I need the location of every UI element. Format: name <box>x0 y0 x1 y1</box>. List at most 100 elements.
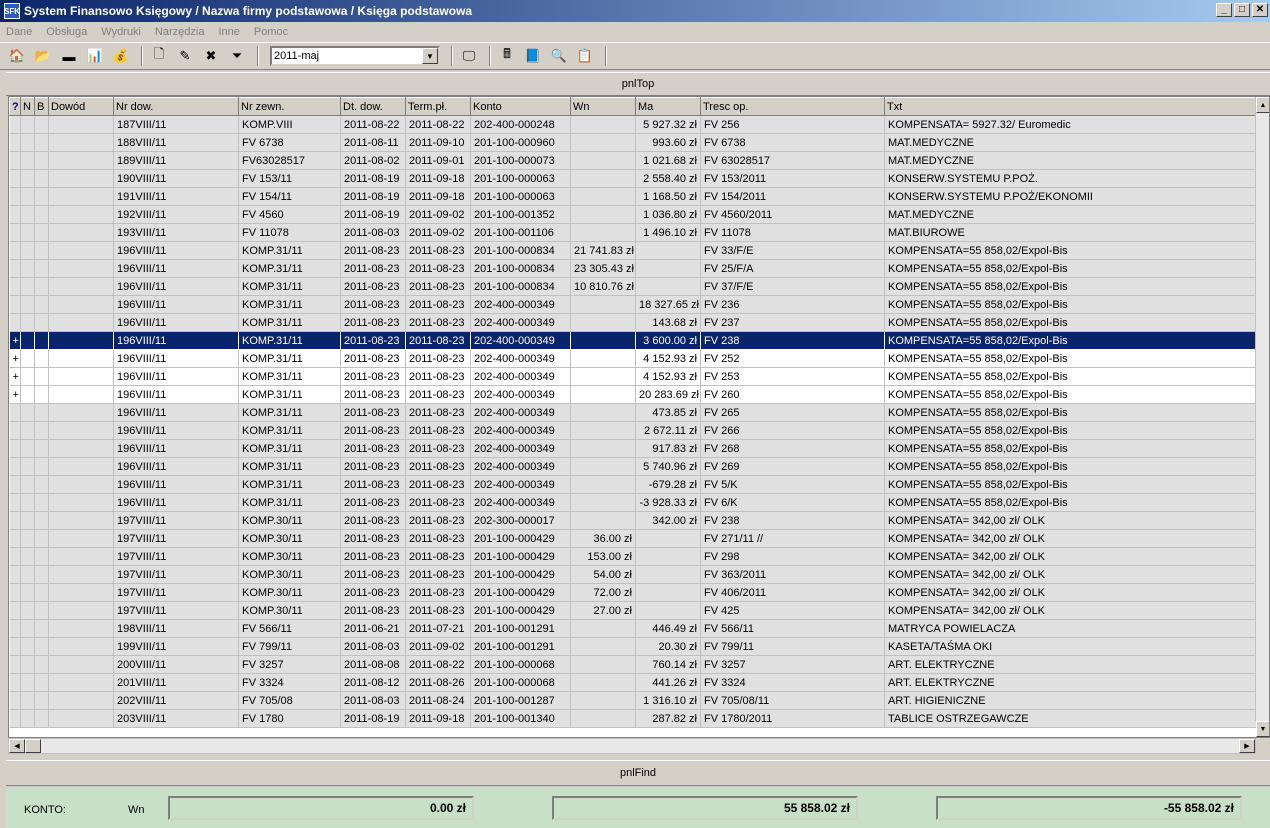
table-row[interactable]: 197VIII/11 KOMP.30/11 2011-08-23 2011-08-23… <box>9 511 1258 530</box>
column-header[interactable]: Dt. dow. <box>340 97 406 116</box>
calculator-icon[interactable]: 🖩 <box>496 45 518 67</box>
table-row[interactable]: 196VIII/11 KOMP.31/11 2011-08-23 2011-08-23… <box>9 241 1258 260</box>
menu-item[interactable]: Inne <box>216 26 241 38</box>
column-header[interactable]: Term.pł. <box>405 97 471 116</box>
table-cell: 197VIII/11 <box>113 511 239 530</box>
table-row[interactable]: 197VIII/11 KOMP.30/11 2011-08-23 2011-08-23… <box>9 601 1258 620</box>
menu-item[interactable]: Wydruki <box>99 26 143 38</box>
filter-icon[interactable]: ⏷ <box>226 45 248 67</box>
table-cell: KOMPENSATA= 342,00 zł/ OLK <box>884 547 1258 566</box>
table-row[interactable]: 196VIII/11 KOMP.31/11 2011-08-23 2011-08-23… <box>9 475 1258 494</box>
table-row[interactable]: 197VIII/11 KOMP.30/11 2011-08-23 2011-08-23… <box>9 565 1258 584</box>
column-header[interactable]: B <box>34 97 49 116</box>
search-icon[interactable]: 🔍 <box>548 45 570 67</box>
menu-item[interactable]: Pomoc <box>252 26 290 38</box>
table-cell <box>48 493 114 512</box>
table-row[interactable]: 192VIII/11 FV 4560 2011-08-19 2011-09-02 201… <box>9 205 1258 224</box>
table-row[interactable]: 189VIII/11 FV63028517 2011-08-02 2011-09-01… <box>9 151 1258 170</box>
exit-icon[interactable]: 🏠 <box>6 45 28 67</box>
column-header[interactable]: Dowód <box>48 97 114 116</box>
table-row[interactable]: 196VIII/11 KOMP.31/11 2011-08-23 2011-08-23… <box>9 421 1258 440</box>
table-cell: 27.00 zł <box>570 601 636 620</box>
table-row[interactable]: 196VIII/11 KOMP.31/11 2011-08-23 2011-08-23… <box>9 403 1258 422</box>
journal-grid[interactable]: ? N B Dowód Nr dow. Nr zewn. Dt. dow. Term.pł. K… <box>8 96 1270 738</box>
table-cell: FV 4560/2011 <box>700 205 885 224</box>
table-row[interactable]: 201VIII/11 FV 3324 2011-08-12 2011-08-26 201… <box>9 673 1258 692</box>
column-header[interactable]: N <box>20 97 35 116</box>
table-cell: 2011-08-24 <box>405 691 471 710</box>
period-select[interactable]: 2011-maj ▼ <box>270 46 440 66</box>
table-row[interactable]: 197VIII/11 KOMP.30/11 2011-08-23 2011-08-23… <box>9 547 1258 566</box>
table-row[interactable]: 196VIII/11 KOMP.31/11 2011-08-23 2011-08-23… <box>9 259 1258 278</box>
maximize-button[interactable]: □ <box>1234 3 1250 17</box>
money-bag-icon[interactable]: 💰 <box>110 45 132 67</box>
scroll-thumb[interactable] <box>25 739 41 753</box>
table-row[interactable]: +196VIII/11 KOMP.31/11 2011-08-23 2011-08-2… <box>9 349 1258 368</box>
column-header[interactable]: Nr zewn. <box>238 97 341 116</box>
scroll-down-icon[interactable]: ▼ <box>1256 721 1269 737</box>
report-icon[interactable]: 📋 <box>574 45 596 67</box>
table-row[interactable]: 188VIII/11 FV 6738 2011-08-11 2011-09-10 201… <box>9 133 1258 152</box>
table-cell <box>20 601 35 620</box>
scroll-right-icon[interactable]: ▶ <box>1239 739 1255 753</box>
table-row[interactable]: 202VIII/11 FV 705/08 2011-08-03 2011-08-24 2… <box>9 691 1258 710</box>
table-cell: 201-100-000429 <box>470 601 571 620</box>
table-cell: 2011-08-23 <box>405 547 471 566</box>
table-cell <box>20 565 35 584</box>
table-row[interactable]: 196VIII/11 KOMP.31/11 2011-08-23 2011-08-23… <box>9 457 1258 476</box>
vertical-scrollbar[interactable]: ▲ ▼ <box>1255 97 1269 737</box>
table-row[interactable]: 196VIII/11 KOMP.31/11 2011-08-23 2011-08-23… <box>9 277 1258 296</box>
monitor-icon[interactable]: 🖵 <box>458 45 480 67</box>
table-row[interactable]: 200VIII/11 FV 3257 2011-08-08 2011-08-22 201… <box>9 655 1258 674</box>
column-header[interactable]: Wn <box>570 97 636 116</box>
table-cell <box>34 403 49 422</box>
horizontal-scrollbar[interactable]: ◀ ▶ <box>8 738 1256 754</box>
column-header[interactable]: Konto <box>470 97 571 116</box>
dark-panel-icon[interactable]: ▬ <box>58 45 80 67</box>
table-row[interactable]: 196VIII/11 KOMP.31/11 2011-08-23 2011-08-23… <box>9 493 1258 512</box>
menu-item[interactable]: Dane <box>4 26 34 38</box>
column-header[interactable]: Txt <box>884 97 1258 116</box>
table-row[interactable]: 203VIII/11 FV 1780 2011-08-19 2011-09-18 201… <box>9 709 1258 728</box>
table-row[interactable]: 197VIII/11 KOMP.30/11 2011-08-23 2011-08-23… <box>9 529 1258 548</box>
table-cell: ART. ELEKTRYCZNE <box>884 655 1258 674</box>
column-header[interactable]: Tresc op. <box>700 97 885 116</box>
column-header[interactable]: Ma <box>635 97 701 116</box>
menu-item[interactable]: Obsługa <box>44 26 89 38</box>
menu-item[interactable]: Narzędzia <box>153 26 207 38</box>
table-cell: 72.00 zł <box>570 583 636 602</box>
edit-document-icon[interactable]: ✎ <box>174 45 196 67</box>
column-header[interactable]: Nr dow. <box>113 97 239 116</box>
table-row[interactable]: 193VIII/11 FV 11078 2011-08-03 2011-09-02 20… <box>9 223 1258 242</box>
table-row[interactable]: 187VIII/11 KOMP.VIII 2011-08-22 2011-08-22 2… <box>9 115 1258 134</box>
table-row[interactable]: +196VIII/11 KOMP.31/11 2011-08-23 2011-08-2… <box>9 367 1258 386</box>
delete-icon[interactable]: ✖ <box>200 45 222 67</box>
scroll-up-icon[interactable]: ▲ <box>1256 97 1269 113</box>
table-row[interactable]: +196VIII/11 KOMP.31/11 2011-08-23 2011-08-2… <box>9 331 1258 350</box>
table-row[interactable]: 191VIII/11 FV 154/11 2011-08-19 2011-09-18 2… <box>9 187 1258 206</box>
table-row[interactable]: 199VIII/11 FV 799/11 2011-08-03 2011-09-02 2… <box>9 637 1258 656</box>
table-cell: 2011-09-02 <box>405 223 471 242</box>
table-row[interactable]: 196VIII/11 KOMP.31/11 2011-08-23 2011-08-23… <box>9 439 1258 458</box>
folder-open-icon[interactable]: 📂 <box>32 45 54 67</box>
table-cell: 2011-08-19 <box>340 205 406 224</box>
table-row[interactable]: 196VIII/11 KOMP.31/11 2011-08-23 2011-08-23… <box>9 313 1258 332</box>
book-icon[interactable]: 📘 <box>522 45 544 67</box>
close-button[interactable]: ✕ <box>1252 3 1268 17</box>
table-row[interactable]: +196VIII/11 KOMP.31/11 2011-08-23 2011-08-2… <box>9 385 1258 404</box>
table-cell <box>48 511 114 530</box>
bar-chart-icon[interactable]: 📊 <box>84 45 106 67</box>
table-cell <box>570 295 636 314</box>
new-document-icon[interactable]: 🗋 <box>148 45 170 67</box>
scroll-left-icon[interactable]: ◀ <box>9 739 25 753</box>
column-header[interactable]: ? <box>9 97 21 116</box>
table-cell: FV 425 <box>700 601 885 620</box>
table-row[interactable]: 196VIII/11 KOMP.31/11 2011-08-23 2011-08-23… <box>9 295 1258 314</box>
table-row[interactable]: 190VIII/11 FV 153/11 2011-08-19 2011-09-18 2… <box>9 169 1258 188</box>
table-cell: FV 1780 <box>238 709 341 728</box>
table-row[interactable]: 197VIII/11 KOMP.30/11 2011-08-23 2011-08-23… <box>9 583 1258 602</box>
table-row[interactable]: 198VIII/11 FV 566/11 2011-06-21 2011-07-21 2… <box>9 619 1258 638</box>
minimize-button[interactable]: _ <box>1216 3 1232 17</box>
chevron-down-icon[interactable]: ▼ <box>422 48 438 64</box>
table-cell <box>48 565 114 584</box>
